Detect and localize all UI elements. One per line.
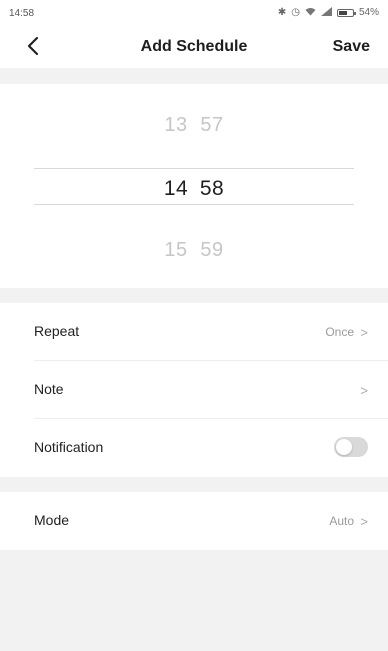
repeat-label: Repeat (34, 323, 80, 339)
picker-minute-prev: 57 (200, 114, 224, 136)
time-picker[interactable]: 13 57 14 58 15 59 (0, 84, 388, 288)
mode-settings-group: Mode Auto > (0, 492, 388, 550)
picker-minute-current: 58 (199, 177, 225, 200)
picker-hour-next: 15 (164, 239, 188, 261)
signal-icon (320, 7, 332, 19)
toggle-knob (336, 439, 352, 455)
picker-hour-current: 14 (163, 177, 189, 200)
mode-label: Mode (34, 512, 70, 528)
picker-minute-next: 59 (200, 239, 224, 261)
chevron-right-icon: > (360, 325, 368, 340)
save-button[interactable]: Save (333, 38, 370, 56)
page-title: Add Schedule (140, 38, 248, 55)
chevron-right-icon: > (360, 514, 368, 529)
status-bar: 14:58 ✱ ◷ 54% (0, 0, 388, 26)
note-row[interactable]: Note > (0, 361, 388, 419)
mode-value: Auto (329, 514, 354, 528)
mode-row[interactable]: Mode Auto > (0, 492, 388, 550)
battery-icon (336, 9, 356, 17)
picker-row-current[interactable]: 14 58 (0, 177, 388, 201)
schedule-settings-group: Repeat Once > Note > Notification (0, 303, 388, 477)
picker-hour-prev: 13 (164, 114, 188, 136)
repeat-row[interactable]: Repeat Once > (0, 303, 388, 361)
picker-row-prev[interactable]: 13 57 (0, 114, 388, 137)
picker-selection-top-line (34, 168, 354, 169)
status-time: 14:58 (9, 8, 35, 19)
picker-row-next[interactable]: 15 59 (0, 239, 388, 262)
notification-row: Notification (0, 419, 388, 477)
bluetooth-icon: ✱ (277, 7, 287, 18)
wifi-icon (305, 7, 316, 19)
repeat-value: Once (325, 325, 354, 339)
picker-selection-bottom-line (34, 204, 354, 205)
chevron-right-icon: > (360, 383, 368, 398)
note-label: Note (34, 381, 64, 397)
nav-bar: Add Schedule Save (0, 26, 388, 68)
status-icons: ✱ ◷ 54% (278, 7, 379, 19)
alarm-icon: ◷ (291, 7, 300, 18)
notification-label: Notification (34, 439, 104, 455)
notification-toggle[interactable] (334, 437, 368, 457)
battery-percent: 54% (358, 7, 379, 18)
